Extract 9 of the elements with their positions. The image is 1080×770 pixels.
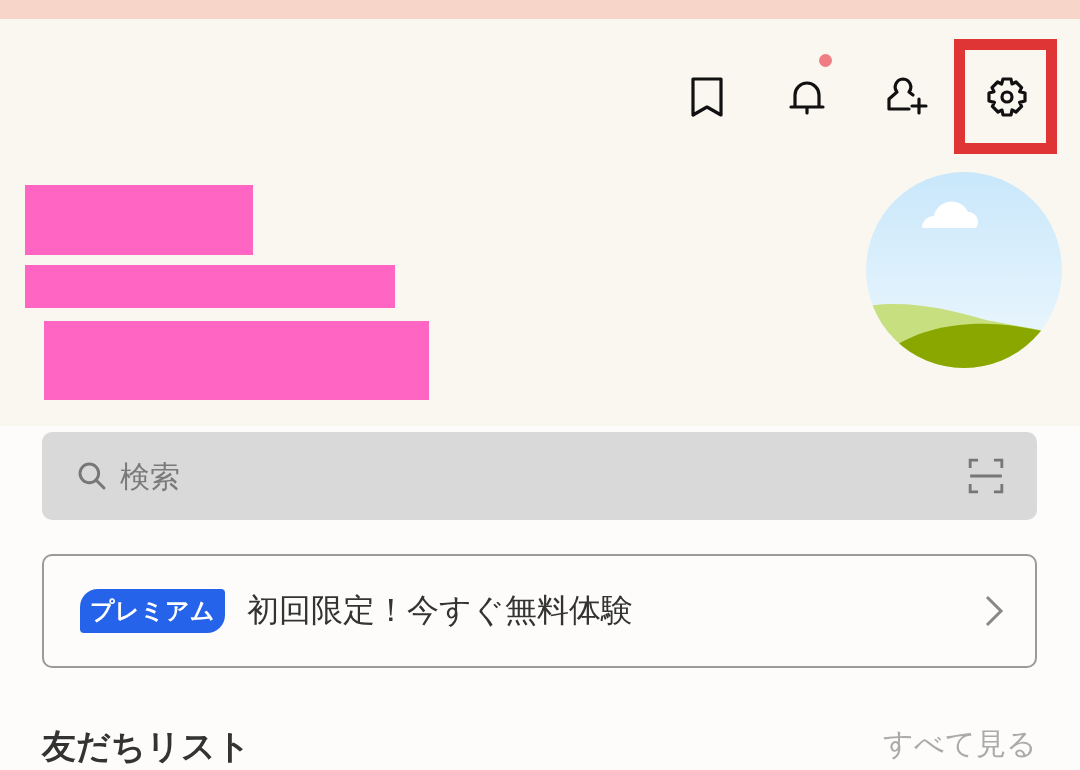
- section-title: 友だちリスト: [42, 725, 251, 768]
- premium-badge: プレミアム: [80, 589, 225, 633]
- chevron-right-icon: [983, 594, 1005, 628]
- banner-text: 初回限定！今すぐ無料体験: [247, 590, 634, 631]
- search-icon: [76, 460, 108, 492]
- search-bar[interactable]: 検索: [42, 432, 1037, 520]
- premium-banner[interactable]: プレミアム 初回限定！今すぐ無料体験: [42, 554, 1037, 668]
- search-field[interactable]: 検索: [118, 457, 957, 495]
- scan-icon[interactable]: [967, 457, 1005, 495]
